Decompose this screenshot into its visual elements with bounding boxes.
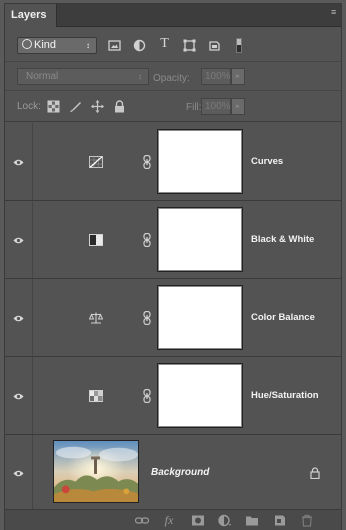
layer-name[interactable]: Color Balance (251, 312, 315, 323)
panel-tab-bar: Layers ≡ (5, 4, 341, 27)
eye-icon[interactable] (13, 237, 24, 244)
layer-name[interactable]: Black & White (251, 234, 314, 245)
new-adjustment-icon[interactable] (218, 514, 232, 527)
smart-object-filter-icon[interactable] (208, 39, 221, 52)
chevron-updown-icon: ↕ (138, 72, 142, 81)
layer-row-curves[interactable]: Curves (5, 123, 341, 201)
curves-adjustment-icon[interactable] (89, 155, 103, 168)
layers-footer-toolbar: fx (5, 509, 341, 530)
blend-mode-bar: Normal ↕ Opacity: 100% ▸ (5, 63, 341, 91)
visibility-cell[interactable] (5, 279, 33, 356)
tab-layers[interactable]: Layers (5, 4, 57, 27)
lock-position-icon[interactable] (91, 100, 104, 113)
fill-slider-button[interactable]: ▸ (231, 98, 245, 115)
link-icon[interactable] (143, 154, 151, 169)
layer-row-hue-saturation[interactable]: Hue/Saturation (5, 357, 341, 435)
layer-style-icon[interactable]: fx (162, 514, 176, 527)
layer-mask-thumbnail[interactable] (157, 363, 243, 428)
chevron-updown-icon: ↕ (86, 41, 90, 50)
link-icon[interactable] (143, 310, 151, 325)
fill-input[interactable]: 100% (201, 98, 231, 115)
pixel-layer-filter-icon[interactable] (108, 39, 121, 52)
adjustment-layer-filter-icon[interactable] (133, 39, 146, 52)
black-white-adjustment-icon[interactable] (89, 233, 103, 246)
lock-icon (310, 466, 320, 479)
search-icon (22, 39, 32, 49)
filter-kind-label: Kind (34, 39, 57, 51)
filter-toggle-switch[interactable] (236, 38, 242, 53)
eye-icon[interactable] (13, 159, 24, 166)
lock-bar: Lock: Fill: 100% ▸ (5, 92, 341, 122)
link-layers-icon[interactable] (135, 514, 149, 527)
eye-icon[interactable] (13, 393, 24, 400)
new-group-icon[interactable] (245, 514, 259, 527)
layer-filter-bar: Kind ↕ T (5, 28, 341, 62)
shape-layer-filter-icon[interactable] (183, 39, 196, 52)
opacity-slider-button[interactable]: ▸ (231, 68, 245, 85)
lock-transparent-pixels-icon[interactable] (47, 100, 60, 113)
layer-row-color-balance[interactable]: Color Balance (5, 279, 341, 357)
background-thumbnail[interactable] (53, 440, 139, 503)
add-mask-icon[interactable] (191, 514, 205, 527)
delete-layer-icon[interactable] (300, 514, 314, 527)
layers-list: Curves Black & White Color Balance Hue/S… (5, 123, 341, 511)
layer-name[interactable]: Curves (251, 156, 283, 167)
visibility-cell[interactable] (5, 357, 33, 434)
eye-icon[interactable] (13, 315, 24, 322)
opacity-label: Opacity: (153, 73, 190, 84)
visibility-cell[interactable] (5, 435, 33, 510)
opacity-input[interactable]: 100% (201, 68, 231, 85)
eye-icon[interactable] (13, 470, 24, 477)
layer-row-black-white[interactable]: Black & White (5, 201, 341, 279)
layer-name[interactable]: Background (151, 467, 209, 478)
layer-mask-thumbnail[interactable] (157, 285, 243, 350)
visibility-cell[interactable] (5, 123, 33, 200)
visibility-cell[interactable] (5, 201, 33, 278)
color-balance-adjustment-icon[interactable] (89, 312, 103, 324)
type-layer-filter-icon[interactable]: T (158, 37, 171, 51)
panel-menu-icon[interactable]: ≡ (331, 8, 339, 17)
layers-panel: Layers ≡ Kind ↕ T Normal ↕ Opacity: 100%… (4, 3, 342, 530)
fill-label: Fill: (186, 102, 202, 113)
link-icon[interactable] (143, 388, 151, 403)
link-icon[interactable] (143, 232, 151, 247)
layer-name[interactable]: Hue/Saturation (251, 390, 319, 401)
lock-label: Lock: (17, 101, 41, 112)
blend-mode-value: Normal (26, 71, 59, 82)
lock-all-icon[interactable] (113, 100, 126, 113)
lock-image-pixels-icon[interactable] (69, 100, 82, 113)
layer-mask-thumbnail[interactable] (157, 129, 243, 194)
blend-mode-select[interactable]: Normal ↕ (17, 68, 149, 85)
filter-kind-select[interactable]: Kind ↕ (17, 37, 97, 54)
hue-saturation-adjustment-icon[interactable] (89, 389, 103, 402)
layer-mask-thumbnail[interactable] (157, 207, 243, 272)
new-layer-icon[interactable] (273, 514, 287, 527)
layer-row-background[interactable]: Background (5, 435, 341, 511)
